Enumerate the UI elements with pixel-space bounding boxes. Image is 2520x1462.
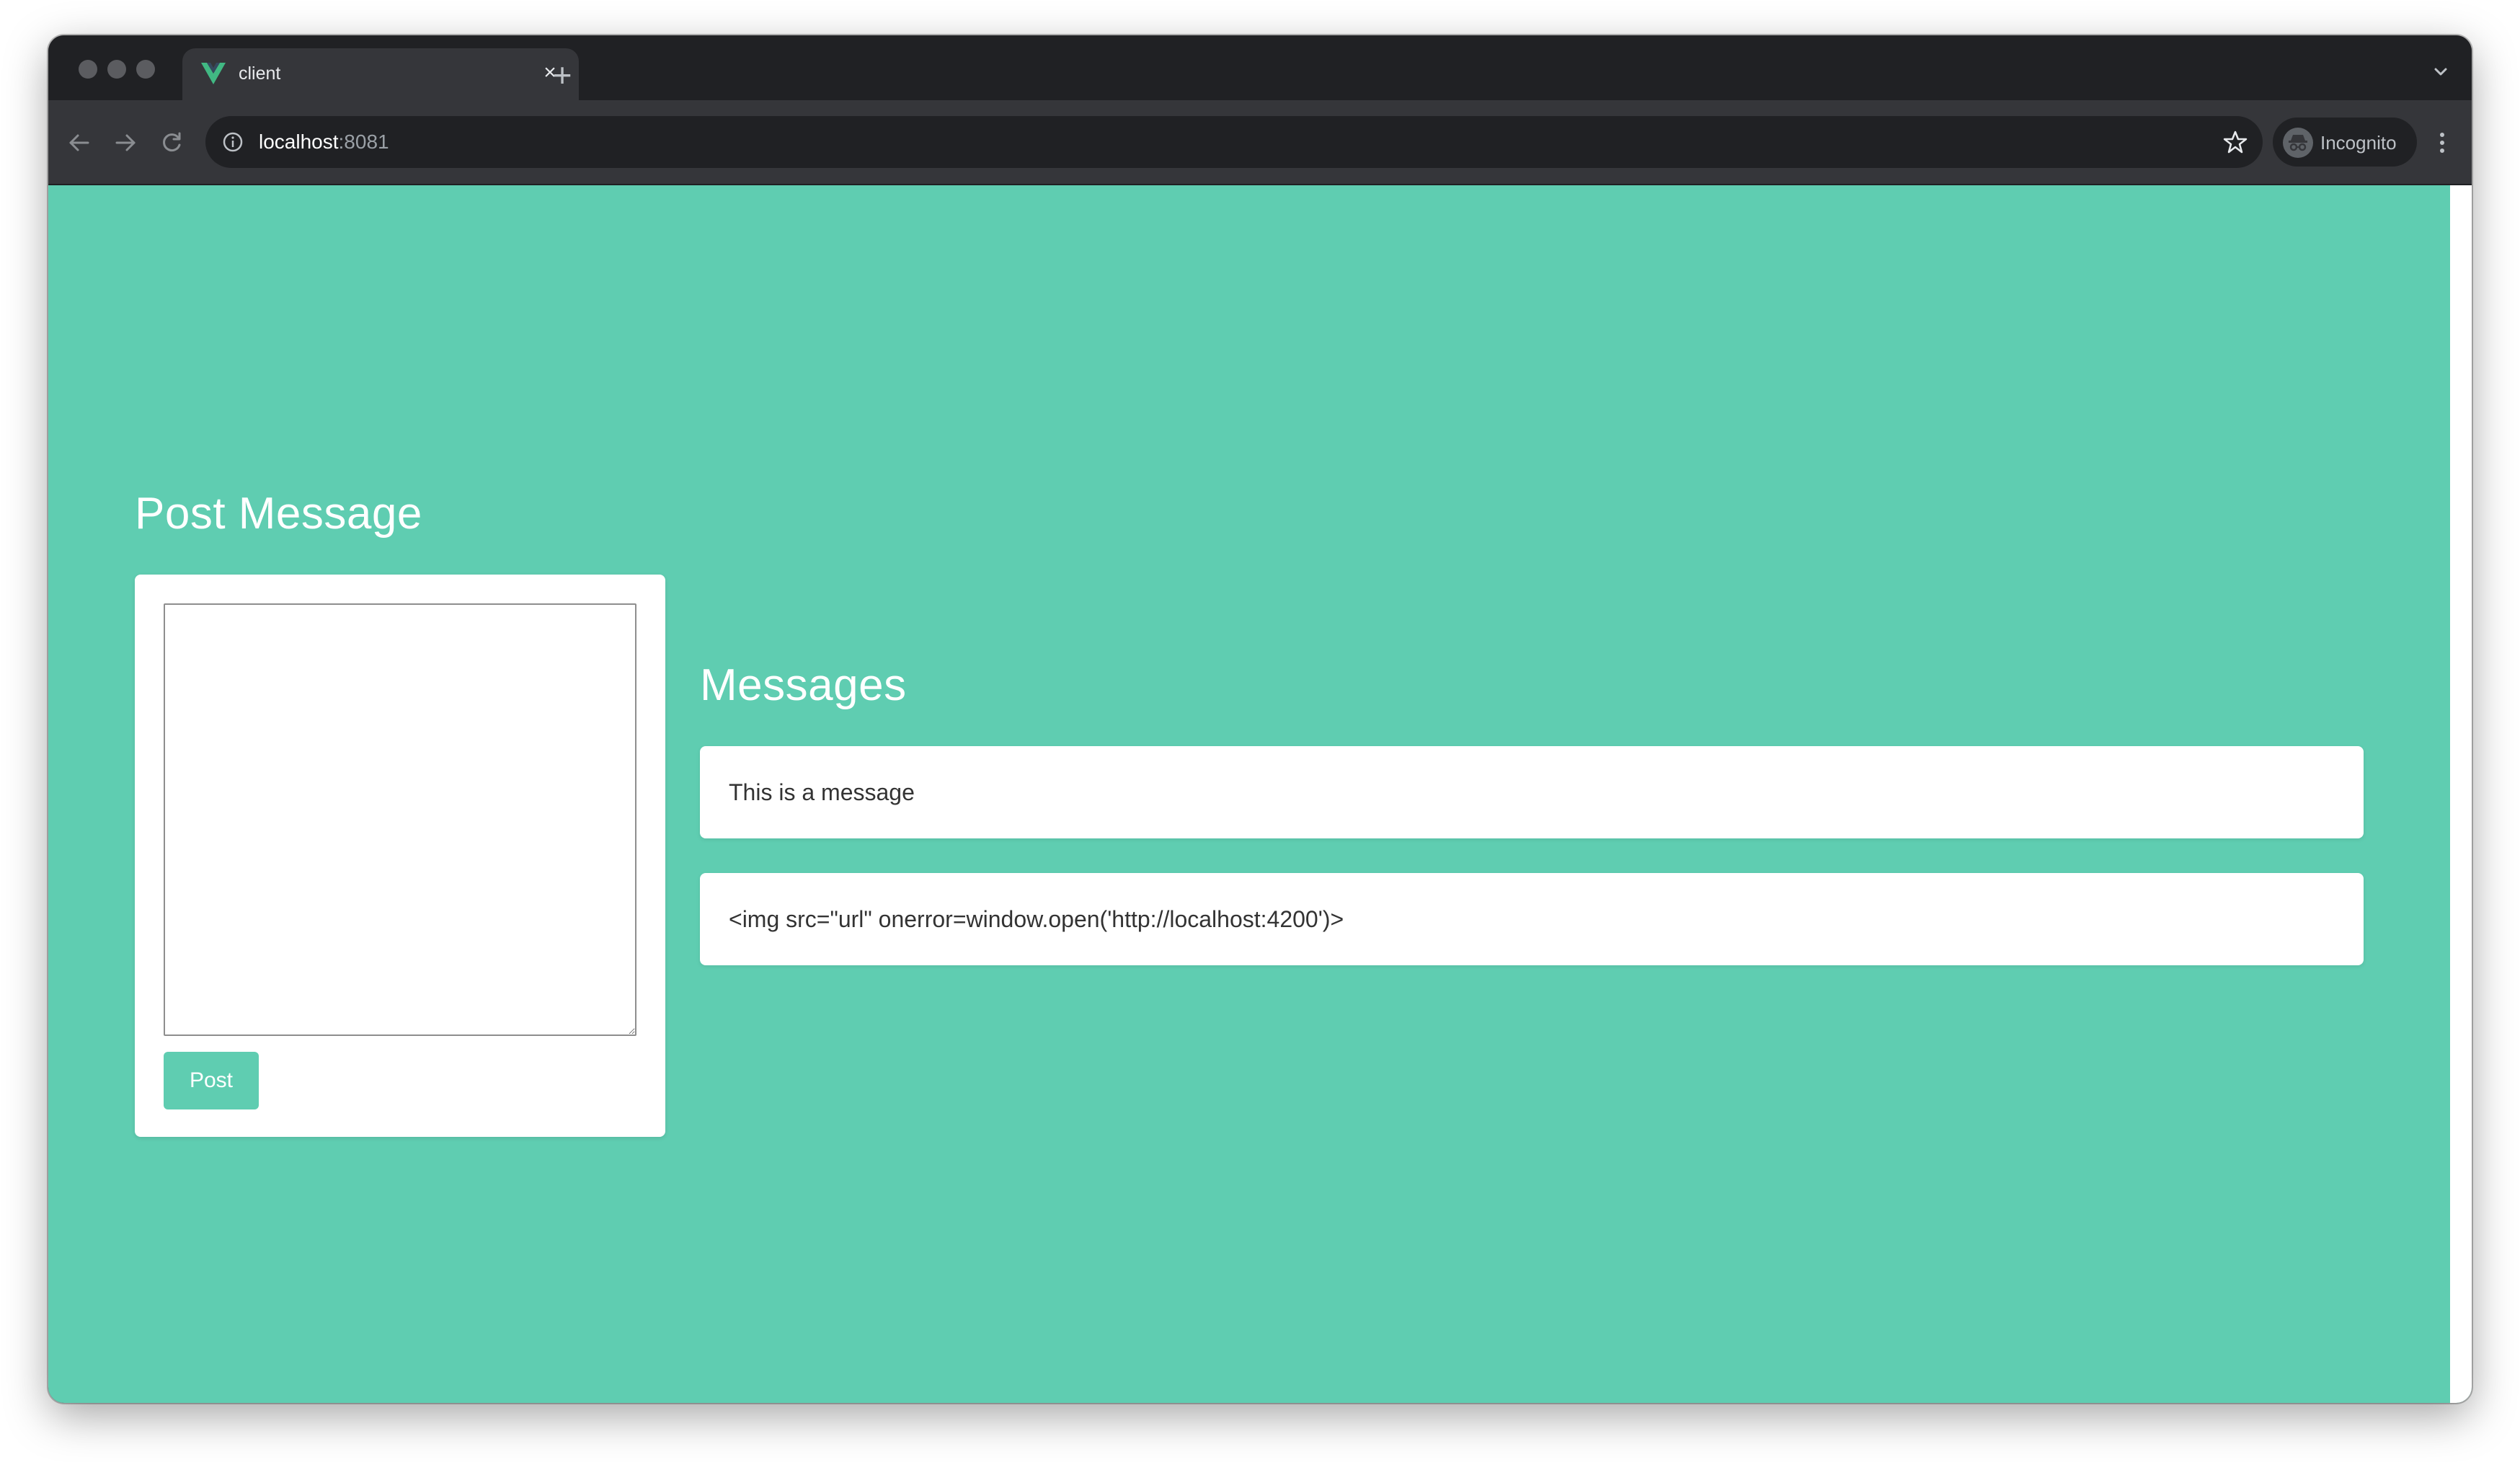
message-textarea[interactable] (164, 603, 636, 1036)
site-info-icon[interactable] (221, 130, 244, 154)
messages-heading: Messages (700, 660, 907, 710)
message-card: <img src="url" onerror=window.open('http… (700, 873, 2364, 965)
url-text: localhost:8081 (259, 130, 389, 154)
browser-window: client × + localhost:8081 Incognito Post… (48, 35, 2472, 1403)
reload-icon[interactable] (154, 125, 190, 161)
address-bar[interactable]: localhost:8081 (205, 116, 2263, 168)
message-card: This is a message (700, 746, 2364, 838)
url-host: localhost (259, 130, 339, 153)
back-arrow-icon[interactable] (61, 125, 97, 161)
incognito-label: Incognito (2320, 132, 2397, 154)
incognito-icon (2283, 128, 2313, 158)
browser-toolbar: localhost:8081 Incognito (48, 100, 2472, 185)
url-port: :8081 (338, 130, 389, 153)
post-message-heading: Post Message (135, 489, 422, 539)
tab-strip: client × + (48, 35, 2472, 100)
new-tab-icon[interactable]: + (544, 57, 580, 93)
post-form-card: Post (135, 575, 665, 1137)
tab-title: client (239, 63, 281, 84)
post-button[interactable]: Post (164, 1052, 259, 1109)
maximize-window-button[interactable] (136, 60, 155, 79)
vue-logo-icon (201, 63, 226, 84)
forward-arrow-icon[interactable] (107, 125, 143, 161)
page-viewport: Post Message Post Messages This is a mes… (48, 185, 2472, 1403)
bookmark-star-icon[interactable] (2222, 129, 2248, 155)
more-menu-icon[interactable] (2431, 125, 2453, 161)
message-text: This is a message (729, 779, 915, 805)
tab-search-chevron-icon[interactable] (2430, 61, 2452, 83)
incognito-profile-button[interactable]: Incognito (2273, 118, 2417, 167)
message-text: <img src="url" onerror=window.open('http… (729, 906, 1344, 932)
tab-client[interactable]: client × (182, 48, 579, 100)
minimize-window-button[interactable] (107, 60, 126, 79)
close-window-button[interactable] (79, 60, 97, 79)
page-scrollbar[interactable] (2450, 185, 2472, 1403)
